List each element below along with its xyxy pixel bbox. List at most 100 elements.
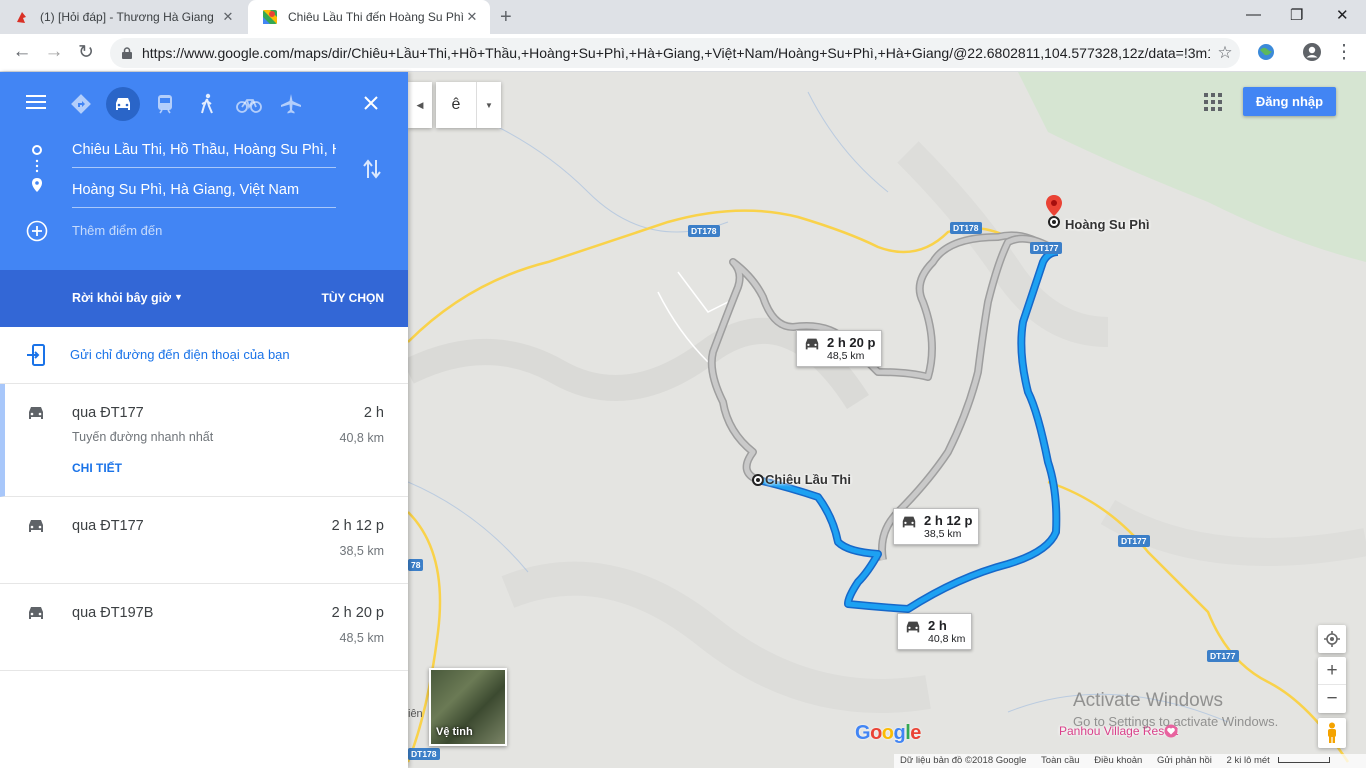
send-to-phone-row[interactable]: Gửi chỉ đường đến điện thoại của bạn (0, 327, 408, 384)
road-shield: DT177 (1207, 650, 1239, 662)
bicycle-icon (236, 99, 262, 113)
destination-place-label[interactable]: Hoàng Su Phì (1065, 217, 1150, 232)
terms-link[interactable]: Điều khoản (1088, 755, 1148, 766)
tab-close-icon[interactable]: ✕ (220, 9, 236, 25)
destination-input[interactable]: Hoàng Su Phì, Hà Giang, Việt Nam (72, 180, 336, 208)
add-destination-icon[interactable] (26, 220, 48, 242)
sign-in-button[interactable]: Đăng nhập (1243, 87, 1336, 116)
route-options-button[interactable]: TÙY CHỌN (322, 291, 384, 305)
directions-panel: Chiêu Lầu Thi, Hồ Thầu, Hoàng Su Phì, Hà… (0, 72, 408, 768)
road-shield: DT177 (1030, 242, 1062, 254)
street-view-pegman-button[interactable] (1318, 718, 1346, 748)
route-subtitle: Tuyến đường nhanh nhất (72, 430, 214, 444)
map-footer: Dữ liệu bản đồ ©2018 Google Toàn cầu Điề… (894, 754, 1366, 768)
road-shield: DT178 (688, 225, 720, 237)
send-to-phone-link[interactable]: Gửi chỉ đường đến điện thoại của bạn (70, 347, 290, 362)
zoom-in-button[interactable]: + (1318, 657, 1346, 685)
road-shield: DT178 (408, 748, 440, 760)
scale-label[interactable]: 2 ki lô mét (1221, 755, 1276, 766)
route-option[interactable]: qua ĐT177 2 h Tuyến đường nhanh nhất 40,… (0, 384, 408, 497)
new-tab-button[interactable]: + (500, 6, 512, 29)
route-label-time: 2 h (928, 618, 947, 633)
leave-now-dropdown[interactable]: Rời khỏi bây giờ (72, 291, 171, 305)
directions-diamond-icon (71, 94, 91, 114)
route-distance: 48,5 km (339, 631, 384, 645)
walking-mode-button[interactable] (190, 87, 224, 121)
tab-title: (1) [Hỏi đáp] - Thương Hà Giang (40, 10, 214, 24)
cycling-mode-button[interactable] (232, 87, 266, 121)
road-shield: DT177 (1118, 535, 1150, 547)
apps-grid-icon[interactable] (1204, 93, 1222, 111)
send-feedback-link[interactable]: Gửi phản hồi (1151, 755, 1218, 766)
google-logo: Google (855, 722, 921, 744)
route-via: qua ĐT177 (72, 518, 144, 534)
minimize-button[interactable]: — (1246, 6, 1261, 23)
my-location-button[interactable] (1318, 625, 1346, 653)
route-distance: 38,5 km (339, 544, 384, 558)
swap-directions-icon[interactable] (362, 158, 382, 180)
route-via: qua ĐT177 (72, 405, 144, 421)
route-label-card[interactable]: 2 h 20 p 48,5 km (796, 330, 883, 367)
browser-menu-icon[interactable]: ⋮ (1332, 41, 1356, 64)
watermark-title: Activate Windows (1073, 690, 1223, 711)
forward-button[interactable]: → (42, 41, 66, 63)
transit-mode-button[interactable] (148, 87, 182, 121)
car-icon (902, 516, 916, 528)
tab-close-icon[interactable]: ✕ (464, 9, 480, 25)
map-terrain (408, 72, 1366, 768)
account-avatar-icon[interactable] (1302, 42, 1322, 62)
zoom-out-button[interactable]: − (1318, 685, 1346, 712)
car-icon (906, 621, 920, 633)
satellite-layer-toggle[interactable]: Vệ tinh (429, 668, 507, 746)
pegman-icon (1328, 722, 1336, 743)
best-route-mode-button[interactable] (64, 87, 98, 121)
chevron-down-icon[interactable]: ▼ (174, 292, 183, 302)
driving-mode-button[interactable] (106, 87, 140, 121)
route-label-card[interactable]: 2 h 12 p 38,5 km (893, 508, 980, 545)
extension-globe-icon[interactable] (1256, 42, 1276, 62)
layer-toggle-dropdown[interactable]: ê ▼ (436, 82, 501, 128)
chevron-down-icon[interactable]: ▼ (476, 82, 501, 128)
back-button[interactable]: ← (10, 41, 34, 63)
route-time: 2 h 20 p (331, 605, 384, 621)
route-label-distance: 48,5 km (827, 350, 865, 362)
origin-marker-icon[interactable] (751, 473, 765, 487)
tab-forum[interactable]: (1) [Hỏi đáp] - Thương Hà Giang ✕ (0, 0, 246, 34)
maximize-button[interactable]: ❐ (1290, 6, 1303, 24)
route-option[interactable]: qua ĐT177 2 h 12 p 38,5 km (0, 497, 408, 584)
window-close-button[interactable]: ✕ (1336, 6, 1349, 24)
origin-input[interactable]: Chiêu Lầu Thi, Hồ Thầu, Hoàng Su Phì, Hà… (72, 140, 336, 168)
hamburger-menu-icon[interactable] (26, 94, 46, 110)
satellite-label: Vệ tinh (436, 726, 473, 738)
scale-bar (1278, 757, 1331, 764)
map-canvas[interactable]: ◀ ê ▼ Đăng nhập DT178 DT178 DT177 DT177 … (408, 72, 1366, 768)
route-label-time: 2 h 20 p (827, 335, 876, 350)
car-icon (116, 98, 130, 110)
airplane-icon (281, 94, 301, 114)
watermark-subtitle: Go to Settings to activate Windows. (1073, 714, 1279, 729)
route-label-card[interactable]: 2 h 40,8 km (897, 613, 973, 650)
train-icon (158, 95, 172, 114)
destination-pin-icon[interactable] (1044, 194, 1064, 228)
route-label-time: 2 h 12 p (924, 513, 973, 528)
address-bar[interactable]: https://www.google.com/maps/dir/Chiêu+Lầ… (110, 38, 1240, 68)
tab-maps[interactable]: Chiêu Lầu Thi đến Hoàng Su Phì, Hà Giang… (248, 0, 490, 34)
origin-place-label[interactable]: Chiêu Lầu Thi (765, 472, 851, 487)
google-maps-favicon-icon (263, 10, 277, 24)
send-to-phone-icon (27, 344, 45, 366)
location-crosshair-icon (1324, 631, 1340, 647)
route-details-link[interactable]: CHI TIẾT (72, 461, 122, 475)
url-text: https://www.google.com/maps/dir/Chiêu+Lầ… (142, 45, 1210, 61)
directions-header: Chiêu Lầu Thi, Hồ Thầu, Hoàng Su Phì, Hà… (0, 72, 408, 270)
road-shield: DT178 (950, 222, 982, 234)
forum-favicon-icon (17, 12, 26, 23)
bookmark-star-icon[interactable]: ☆ (1210, 43, 1240, 63)
collapse-panel-button[interactable]: ◀ (408, 82, 432, 128)
reload-button[interactable]: ↻ (74, 41, 98, 64)
close-directions-icon[interactable] (363, 95, 379, 111)
flight-mode-button[interactable] (274, 87, 308, 121)
tab-strip: (1) [Hỏi đáp] - Thương Hà Giang ✕ Chiêu … (0, 0, 1366, 34)
route-option[interactable]: qua ĐT197B 2 h 20 p 48,5 km (0, 584, 408, 671)
global-link[interactable]: Toàn cầu (1035, 755, 1086, 766)
add-destination-label[interactable]: Thêm điểm đến (72, 223, 162, 238)
